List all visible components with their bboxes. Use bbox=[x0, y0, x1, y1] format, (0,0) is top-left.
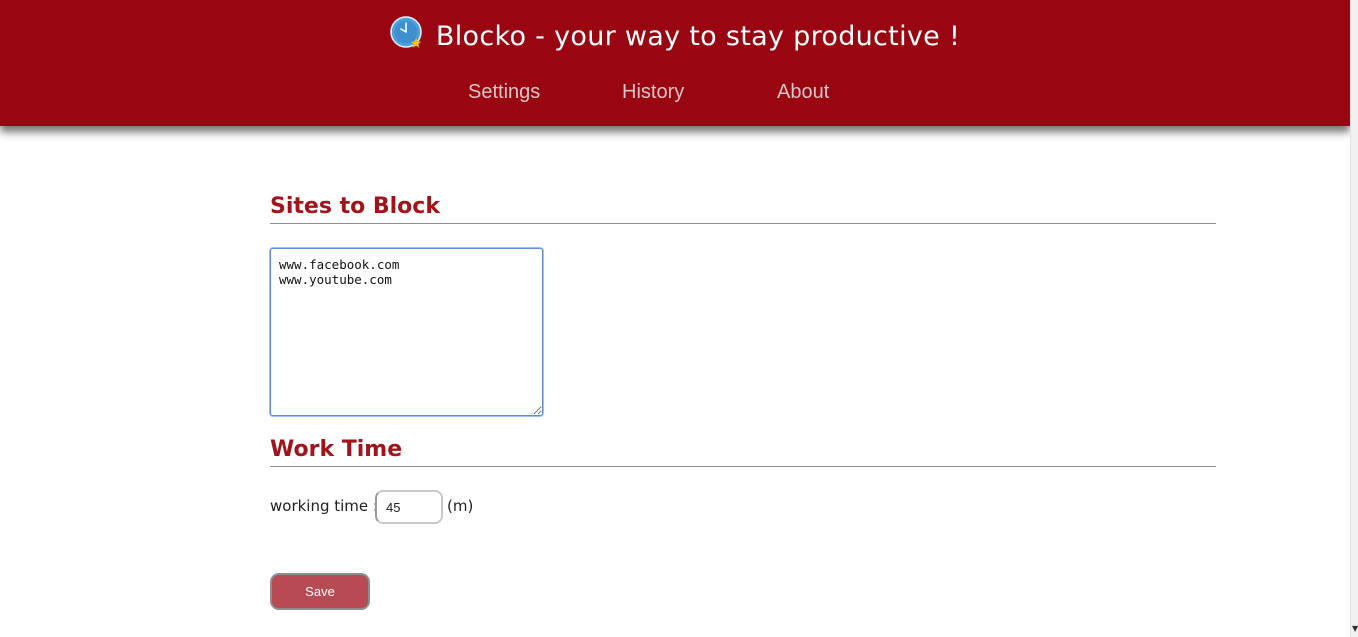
nav-about-link[interactable]: About bbox=[777, 81, 829, 104]
work-time-section-title: Work Time bbox=[270, 437, 1216, 467]
app-header: Blocko - your way to stay productive ! S… bbox=[0, 0, 1350, 126]
working-time-unit: (m) bbox=[447, 497, 474, 515]
nav-history-link[interactable]: History bbox=[622, 81, 684, 104]
sites-to-block-textarea[interactable]: www.facebook.com www.youtube.com bbox=[270, 248, 543, 416]
save-button[interactable]: Save bbox=[270, 573, 370, 610]
clock-star-icon bbox=[390, 16, 422, 49]
app-title: Blocko - your way to stay productive ! bbox=[435, 20, 961, 52]
sites-section-title: Sites to Block bbox=[270, 194, 1216, 224]
working-time-input[interactable] bbox=[375, 490, 443, 524]
working-time-label: working time : bbox=[270, 497, 378, 515]
nav-settings-link[interactable]: Settings bbox=[468, 81, 540, 104]
scroll-down-arrow-icon[interactable]: ▼ bbox=[1352, 624, 1358, 633]
vertical-scrollbar[interactable] bbox=[1350, 0, 1358, 637]
title-row: Blocko - your way to stay productive ! bbox=[0, 12, 1350, 60]
